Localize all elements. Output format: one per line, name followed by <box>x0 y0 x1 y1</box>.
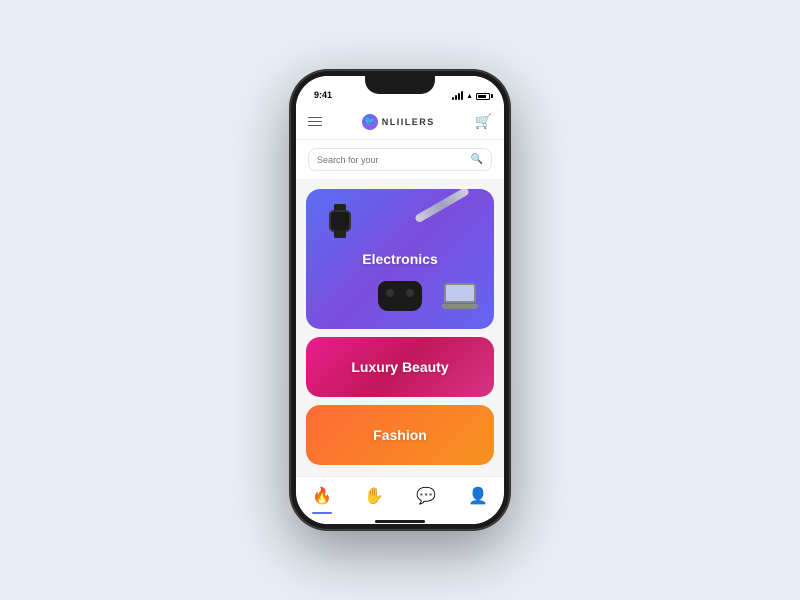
status-time: 9:41 <box>310 90 332 100</box>
battery-icon <box>476 93 490 100</box>
home-bar <box>375 520 425 523</box>
category-card-luxury-beauty[interactable]: Luxury Beauty <box>306 337 494 397</box>
search-input[interactable] <box>317 155 466 165</box>
gesture-icon: ✋ <box>364 486 384 506</box>
watch-decoration <box>326 204 354 238</box>
home-indicator <box>296 520 504 524</box>
signal-icon <box>452 92 463 100</box>
notch <box>365 76 435 94</box>
search-icon: 🔍 <box>471 154 483 165</box>
logo-icon: 🐦 <box>362 114 378 130</box>
electronics-label: Electronics <box>362 251 437 267</box>
wifi-icon: ▲ <box>466 93 473 100</box>
category-card-electronics[interactable]: Electronics <box>306 189 494 329</box>
nav-item-profile[interactable]: 👤 <box>452 477 504 514</box>
home-icon: 🔥 <box>312 486 332 506</box>
luxury-beauty-label: Luxury Beauty <box>351 359 448 375</box>
navbar: 🐦 NLIILERS 🛒 <box>296 104 504 140</box>
nav-item-gesture[interactable]: ✋ <box>348 477 400 514</box>
status-icons: ▲ <box>452 92 490 100</box>
pen-decoration <box>414 189 470 223</box>
nav-item-chat[interactable]: 💬 <box>400 477 452 514</box>
search-bar: 🔍 <box>296 140 504 179</box>
search-input-wrap[interactable]: 🔍 <box>308 148 492 171</box>
nav-item-home[interactable]: 🔥 <box>296 477 348 514</box>
phone-inner: 9:41 ▲ <box>296 76 504 524</box>
content-area: Electronics Luxury Beauty Fashion <box>296 179 504 476</box>
bottom-nav: 🔥 ✋ 💬 👤 <box>296 476 504 520</box>
category-card-fashion[interactable]: Fashion <box>306 405 494 465</box>
laptop-decoration <box>442 283 478 309</box>
logo-bird-icon: 🐦 <box>364 116 375 127</box>
logo-area: 🐦 NLIILERS <box>362 114 435 130</box>
app-name: NLIILERS <box>382 117 435 127</box>
chat-icon: 💬 <box>416 486 436 506</box>
fashion-label: Fashion <box>373 427 427 443</box>
phone-outer: 9:41 ▲ <box>290 70 510 530</box>
hamburger-menu[interactable] <box>308 117 322 127</box>
gamepad-decoration <box>378 281 422 311</box>
cart-icon[interactable]: 🛒 <box>475 113 492 130</box>
profile-icon: 👤 <box>468 486 488 506</box>
